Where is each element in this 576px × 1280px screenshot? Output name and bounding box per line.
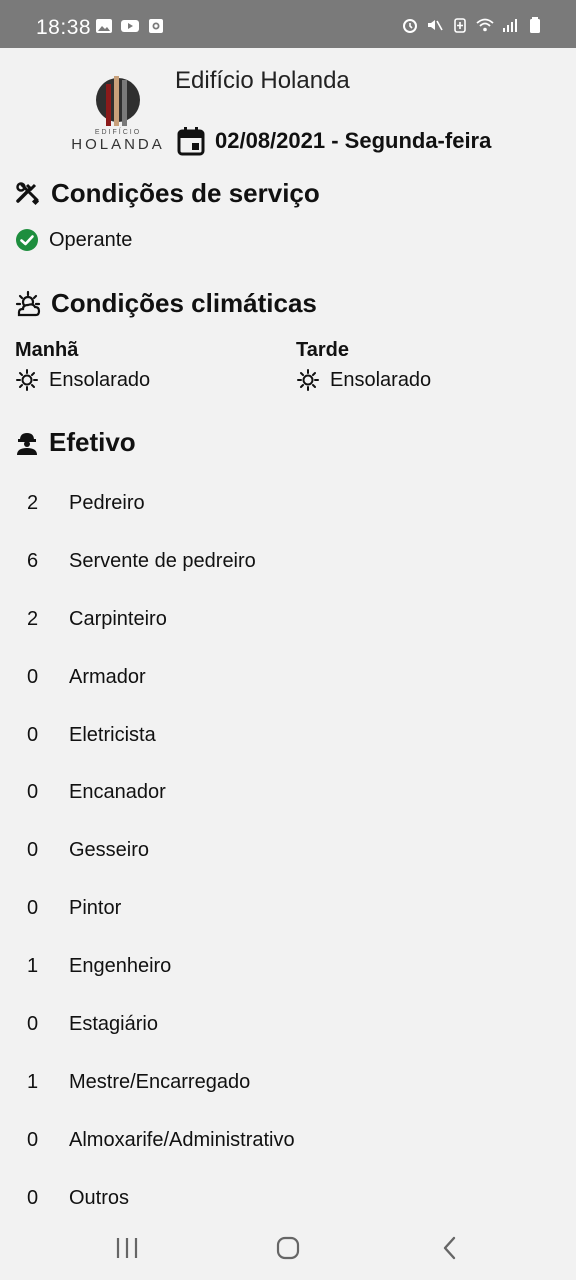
weather-icon — [15, 290, 41, 316]
staff-role: Gesseiro — [69, 839, 150, 862]
service-section-title: Condições de serviço — [15, 178, 320, 209]
afternoon-value: Ensolarado — [330, 368, 432, 391]
staff-count: 0 — [27, 839, 39, 862]
status-bar: 18:38 — [0, 0, 576, 48]
staff-count: 0 — [27, 1186, 39, 1209]
recent-apps-button[interactable] — [107, 1228, 147, 1268]
signal-icon — [503, 19, 517, 32]
list-item[interactable]: 0 Pintor — [0, 880, 576, 938]
mute-icon — [428, 20, 443, 31]
staff-count: 0 — [27, 781, 39, 804]
staff-count: 0 — [27, 1013, 39, 1036]
staff-count: 0 — [27, 665, 39, 688]
morning-weather: Manhã Ensolarado — [15, 339, 150, 392]
company-logo: EDIFÍCIO HOLANDA — [70, 70, 166, 154]
navigation-bar — [0, 1210, 576, 1280]
staff-role: Engenheiro — [69, 955, 172, 978]
staff-role: Almoxarife/Administrativo — [69, 1128, 295, 1151]
alarm-icon — [403, 19, 417, 33]
staff-count: 6 — [27, 549, 39, 572]
staff-role: Armador — [69, 665, 146, 688]
staff-role: Mestre/Encarregado — [69, 1070, 251, 1093]
project-name: Edifício Holanda — [175, 67, 350, 94]
list-item[interactable]: 0 Armador — [0, 649, 576, 707]
list-item[interactable]: 6 Servente de pedreiro — [0, 533, 576, 591]
check-circle-icon — [16, 229, 38, 251]
system-icons — [401, 17, 544, 33]
list-item[interactable]: 1 Mestre/Encarregado — [0, 1054, 576, 1112]
sun-icon — [297, 369, 319, 391]
staff-count: 2 — [27, 607, 39, 630]
sun-icon — [16, 369, 38, 391]
calendar-icon — [177, 127, 205, 156]
list-item[interactable]: 2 Pedreiro — [0, 475, 576, 533]
service-title: Condições de serviço — [51, 178, 320, 208]
svg-text:EDIFÍCIO: EDIFÍCIO — [95, 127, 141, 136]
service-status: Operante — [15, 228, 132, 252]
service-status-text: Operante — [49, 228, 133, 251]
list-item[interactable]: 0 Encanador — [0, 764, 576, 822]
list-item[interactable]: 0 Gesseiro — [0, 822, 576, 880]
staff-role: Servente de pedreiro — [69, 549, 256, 572]
morning-label: Manhã — [15, 339, 79, 361]
staff-role: Encanador — [69, 781, 166, 804]
staff-role: Outros — [69, 1186, 130, 1209]
staff-count: 1 — [27, 1070, 39, 1093]
tools-icon — [16, 181, 40, 205]
notification-icons — [95, 18, 165, 34]
list-item[interactable]: 2 Carpinteiro — [0, 591, 576, 649]
status-time: 18:38 — [36, 16, 92, 39]
staff-count: 1 — [27, 955, 39, 978]
afternoon-weather: Tarde Ensolarado — [296, 339, 431, 392]
date-row: 02/08/2021 - Segunda-feira — [177, 126, 491, 156]
list-item[interactable]: 1 Engenheiro — [0, 938, 576, 996]
battery-saver-icon — [454, 18, 466, 33]
youtube-icon — [121, 20, 139, 32]
staff-title: Efetivo — [49, 427, 136, 457]
staff-role: Pintor — [69, 897, 122, 920]
list-item[interactable]: 0 Estagiário — [0, 996, 576, 1054]
staff-count: 0 — [27, 897, 39, 920]
worker-icon — [17, 432, 37, 455]
staff-count: 0 — [27, 723, 39, 746]
list-item[interactable]: 0 Almoxarife/Administrativo — [0, 1112, 576, 1170]
afternoon-label: Tarde — [296, 339, 349, 361]
staff-count: 2 — [27, 492, 39, 514]
staff-section-title: Efetivo — [15, 427, 136, 458]
record-icon — [149, 19, 163, 33]
weather-section-title: Condições climáticas — [15, 288, 317, 319]
staff-count: 0 — [27, 1128, 39, 1151]
staff-role: Pedreiro — [69, 492, 145, 514]
svg-text:HOLANDA: HOLANDA — [71, 136, 165, 153]
staff-role: Estagiário — [69, 1013, 158, 1036]
staff-role: Carpinteiro — [69, 607, 167, 630]
morning-value: Ensolarado — [49, 368, 151, 391]
staff-role: Eletricista — [69, 723, 156, 746]
wifi-icon — [476, 18, 494, 32]
report-date: 02/08/2021 - Segunda-feira — [215, 128, 492, 153]
staff-list: 2 Pedreiro 6 Servente de pedreiro 2 Carpint… — [0, 475, 576, 1228]
gallery-icon — [96, 19, 112, 33]
back-button[interactable] — [430, 1228, 470, 1268]
list-item[interactable]: 0 Eletricista — [0, 707, 576, 765]
home-button[interactable] — [268, 1228, 308, 1268]
battery-icon — [530, 17, 540, 33]
weather-title: Condições climáticas — [51, 288, 317, 318]
